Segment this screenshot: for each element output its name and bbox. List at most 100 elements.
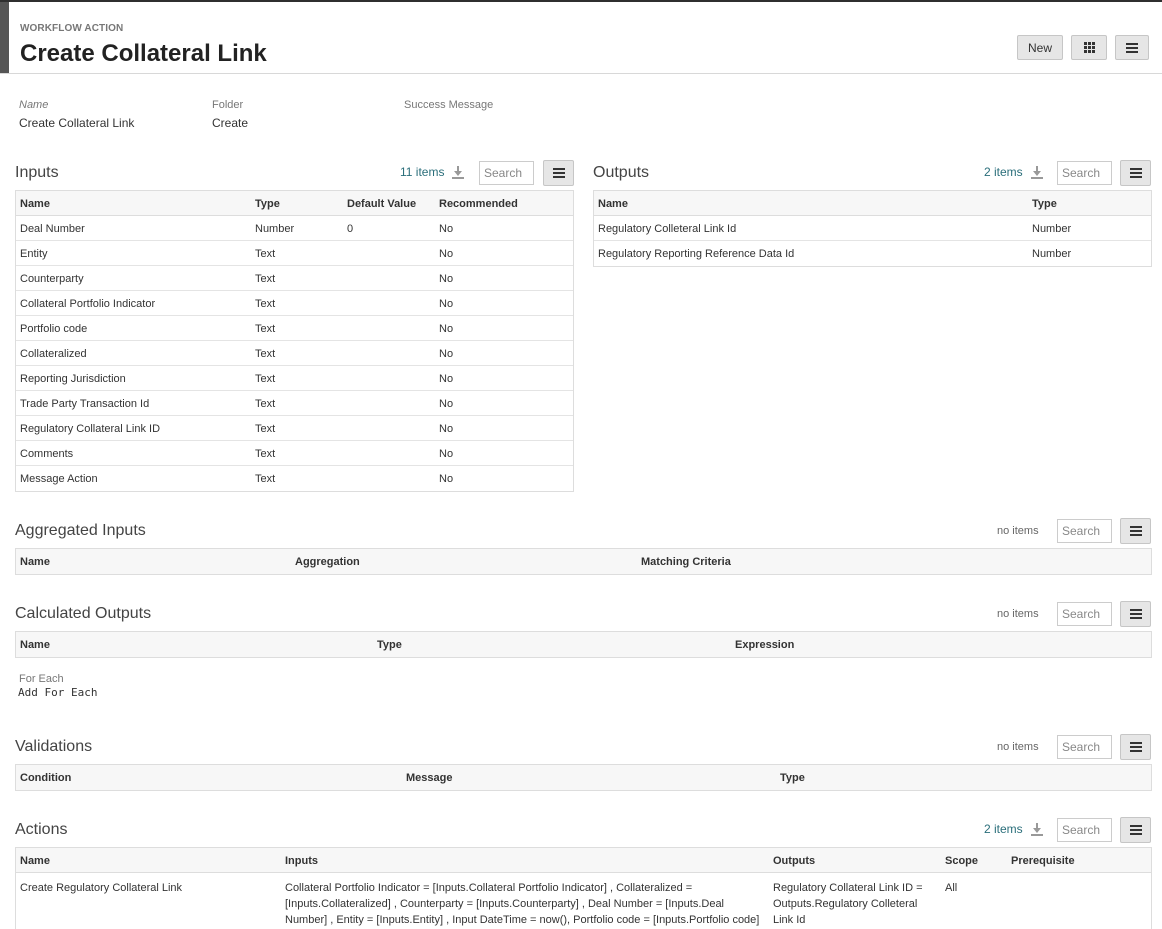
table-row[interactable]: Collateralized Text No bbox=[16, 341, 573, 366]
table-row[interactable]: Deal Number Number 0 No bbox=[16, 216, 573, 241]
download-icon[interactable] bbox=[1030, 165, 1044, 179]
actions-count[interactable]: 2 items bbox=[984, 822, 1044, 836]
aggregated-inputs-table: Name Aggregation Matching Criteria bbox=[15, 548, 1152, 575]
calculated-outputs-count: no items bbox=[997, 608, 1039, 620]
table-row[interactable]: Portfolio code Text No bbox=[16, 316, 573, 341]
action-name-cell: Create Regulatory Collateral Link bbox=[20, 882, 183, 894]
input-name-cell: Counterparty bbox=[20, 273, 84, 285]
inputs-title: Inputs bbox=[15, 164, 59, 181]
table-header: Name Type bbox=[594, 191, 1151, 216]
actions-menu-button[interactable] bbox=[1120, 817, 1151, 843]
column-header[interactable]: Name bbox=[598, 198, 628, 210]
column-header[interactable]: Default Value bbox=[347, 198, 416, 210]
outputs-menu-button[interactable] bbox=[1120, 160, 1151, 186]
output-type-cell: Number bbox=[1032, 248, 1072, 260]
table-header: Name Aggregation Matching Criteria bbox=[16, 549, 1151, 574]
download-icon[interactable] bbox=[1030, 822, 1044, 836]
input-recommended-cell: No bbox=[439, 298, 454, 310]
grid-view-button[interactable] bbox=[1071, 35, 1107, 60]
table-row[interactable]: Create Regulatory Collateral Link Collat… bbox=[16, 873, 1151, 929]
table-row[interactable]: Reporting Jurisdiction Text No bbox=[16, 366, 573, 391]
table-row[interactable]: Regulatory Colleteral Link Id Number bbox=[594, 216, 1151, 241]
table-row[interactable]: Message Action Text No bbox=[16, 466, 573, 491]
header-menu-button[interactable] bbox=[1115, 35, 1149, 60]
input-type-cell: Text bbox=[255, 273, 276, 285]
column-header[interactable]: Scope bbox=[945, 855, 978, 867]
column-header[interactable]: Type bbox=[780, 772, 805, 784]
table-row[interactable]: Entity Text No bbox=[16, 241, 573, 266]
input-recommended-cell: No bbox=[439, 248, 454, 260]
table-row[interactable]: Collateral Portfolio Indicator Text No bbox=[16, 291, 573, 316]
new-button[interactable]: New bbox=[1017, 35, 1063, 60]
input-recommended-cell: No bbox=[439, 348, 454, 360]
column-header[interactable]: Matching Criteria bbox=[641, 556, 731, 568]
add-for-each-link[interactable]: Add For Each bbox=[18, 686, 97, 699]
input-recommended-cell: No bbox=[439, 323, 454, 335]
hamburger-icon bbox=[1129, 609, 1142, 619]
column-header[interactable]: Inputs bbox=[285, 855, 318, 867]
validations-search-input[interactable] bbox=[1057, 735, 1112, 759]
calculated-outputs-menu-button[interactable] bbox=[1120, 601, 1151, 627]
input-name-cell: Comments bbox=[20, 448, 74, 460]
input-type-cell: Text bbox=[255, 398, 276, 410]
input-recommended-cell: No bbox=[439, 273, 454, 285]
table-row[interactable]: Regulatory Collateral Link ID Text No bbox=[16, 416, 573, 441]
table-header: Condition Message Type bbox=[16, 765, 1151, 790]
table-row[interactable]: Counterparty Text No bbox=[16, 266, 573, 291]
inputs-count[interactable]: 11 items bbox=[400, 165, 465, 179]
success-message-field: Success Message bbox=[404, 99, 493, 111]
validations-menu-button[interactable] bbox=[1120, 734, 1151, 760]
validations-count: no items bbox=[997, 741, 1039, 753]
outputs-count[interactable]: 2 items bbox=[984, 165, 1044, 179]
input-name-cell: Trade Party Transaction Id bbox=[20, 398, 150, 410]
input-recommended-cell: No bbox=[439, 373, 454, 385]
download-icon[interactable] bbox=[451, 165, 465, 179]
column-header[interactable]: Name bbox=[20, 639, 50, 651]
action-outputs-cell: Regulatory Collateral Link ID = Outputs.… bbox=[773, 880, 933, 928]
page-title: Create Collateral Link bbox=[20, 40, 267, 67]
column-header[interactable]: Recommended bbox=[439, 198, 518, 210]
inputs-table: Name Type Default Value Recommended Deal… bbox=[15, 190, 574, 492]
column-header[interactable]: Name bbox=[20, 198, 50, 210]
calculated-outputs-title: Calculated Outputs bbox=[15, 605, 152, 622]
outputs-search-input[interactable] bbox=[1057, 161, 1112, 185]
column-header[interactable]: Aggregation bbox=[295, 556, 360, 568]
actions-table: Name Inputs Outputs Scope Prerequisite C… bbox=[15, 847, 1152, 929]
action-inputs-line: [Inputs.Collateralized] , Counterparty =… bbox=[285, 898, 725, 910]
folder-label: Folder bbox=[212, 99, 244, 111]
table-header: Name Type Expression bbox=[16, 632, 1151, 657]
column-header[interactable]: Prerequisite bbox=[1011, 855, 1075, 867]
input-name-cell: Entity bbox=[20, 248, 48, 260]
column-header[interactable]: Type bbox=[1032, 198, 1057, 210]
table-row[interactable]: Comments Text No bbox=[16, 441, 573, 466]
calculated-outputs-search-input[interactable] bbox=[1057, 602, 1112, 626]
column-header[interactable]: Expression bbox=[735, 639, 794, 651]
input-type-cell: Text bbox=[255, 323, 276, 335]
output-type-cell: Number bbox=[1032, 223, 1072, 235]
inputs-menu-button[interactable] bbox=[543, 160, 574, 186]
column-header[interactable]: Name bbox=[20, 556, 50, 568]
table-row[interactable]: Trade Party Transaction Id Text No bbox=[16, 391, 573, 416]
page-kicker: WORKFLOW ACTION bbox=[20, 23, 124, 34]
outputs-title: Outputs bbox=[593, 164, 650, 181]
hamburger-icon bbox=[1129, 825, 1142, 835]
column-header[interactable]: Condition bbox=[20, 772, 71, 784]
actions-count-label: 2 items bbox=[984, 822, 1023, 836]
input-type-cell: Text bbox=[255, 298, 276, 310]
column-header[interactable]: Name bbox=[20, 855, 50, 867]
action-scope-cell: All bbox=[945, 882, 958, 894]
column-header[interactable]: Outputs bbox=[773, 855, 815, 867]
input-name-cell: Portfolio code bbox=[20, 323, 88, 335]
aggregated-inputs-search-input[interactable] bbox=[1057, 519, 1112, 543]
input-type-cell: Text bbox=[255, 248, 276, 260]
actions-title: Actions bbox=[15, 821, 68, 838]
column-header[interactable]: Type bbox=[377, 639, 402, 651]
table-row[interactable]: Regulatory Reporting Reference Data Id Nu… bbox=[594, 241, 1151, 266]
input-default-cell: 0 bbox=[347, 223, 354, 235]
action-inputs-cell: Collateral Portfolio Indicator = [Inputs… bbox=[285, 880, 765, 928]
column-header[interactable]: Message bbox=[406, 772, 452, 784]
aggregated-inputs-menu-button[interactable] bbox=[1120, 518, 1151, 544]
inputs-search-input[interactable] bbox=[479, 161, 534, 185]
column-header[interactable]: Type bbox=[255, 198, 280, 210]
actions-search-input[interactable] bbox=[1057, 818, 1112, 842]
